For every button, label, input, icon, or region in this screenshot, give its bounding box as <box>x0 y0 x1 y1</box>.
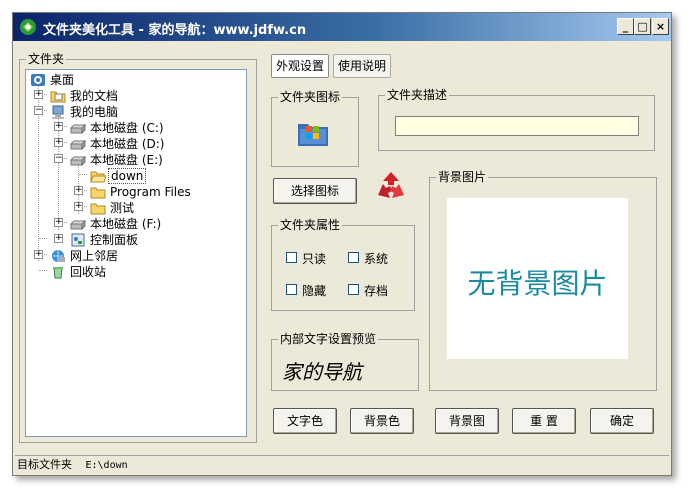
tab-label: 外观设置 <box>275 59 324 73</box>
tree-item-label: Program Files <box>110 185 191 199</box>
folder-desc-group: 文件夹描述 <box>378 88 655 151</box>
attr-archive-label: 存档 <box>364 284 389 298</box>
folder-desc-group-label: 文件夹描述 <box>385 88 450 102</box>
drive-icon <box>70 155 86 167</box>
bg-image-button[interactable]: 背景图 <box>435 408 499 434</box>
folder-open-icon <box>90 171 106 183</box>
status-path: E:\down <box>85 460 128 471</box>
recycle-bin-icon <box>53 267 63 279</box>
preview-group-label: 内部文字设置预览 <box>278 332 379 346</box>
bg-image-label: 背景图 <box>448 414 485 428</box>
bg-color-button[interactable]: 背景色 <box>350 408 414 434</box>
network-icon <box>52 250 65 262</box>
background-group-label: 背景图片 <box>436 170 489 184</box>
tree-item-label: 回收站 <box>70 265 107 279</box>
bg-color-label: 背景色 <box>363 414 400 428</box>
tree-item-label: 我的电脑 <box>70 105 119 119</box>
expand-toggle[interactable]: + <box>54 122 63 131</box>
tab-help[interactable]: 使用说明 <box>333 54 391 78</box>
collapse-toggle[interactable]: − <box>54 154 63 163</box>
desktop-icon <box>31 74 45 86</box>
expand-toggle[interactable]: + <box>54 138 63 147</box>
control-panel-icon <box>71 233 85 247</box>
background-group: 背景图片 无背景图片 <box>429 170 657 391</box>
expand-toggle[interactable]: + <box>54 234 63 243</box>
reset-label: 重 置 <box>530 414 558 428</box>
expand-toggle[interactable]: + <box>74 186 83 195</box>
folder-attrs-group-label: 文件夹属性 <box>278 218 343 232</box>
attr-system-label: 系统 <box>364 252 389 266</box>
maximize-button[interactable]: □ <box>634 18 651 35</box>
recycle-arrows-icon <box>378 172 404 198</box>
no-background-text: 无背景图片 <box>467 267 608 300</box>
checkbox-readonly[interactable] <box>286 252 297 263</box>
tree-item-label: 本地磁盘 (E:) <box>90 153 163 167</box>
preview-group: 内部文字设置预览 家的导航 <box>271 332 419 391</box>
title-bar[interactable]: 文件夹美化工具 - 家的导航：www.jdfw.cn _ □ × <box>13 13 671 41</box>
folder-preview-icon[interactable] <box>296 118 330 148</box>
checkbox-archive[interactable] <box>348 284 359 295</box>
folder-docs-icon <box>50 91 66 103</box>
close-icon: × <box>655 20 666 33</box>
attr-hidden-label: 隐藏 <box>302 284 327 298</box>
minimize-button[interactable]: _ <box>617 18 634 35</box>
text-color-button[interactable]: 文字色 <box>273 408 337 434</box>
tree-item-label: 控制面板 <box>90 233 139 247</box>
select-icon-label: 选择图标 <box>290 184 339 198</box>
folder-attrs-group: 文件夹属性 只读 系统 隐藏 存档 <box>271 218 415 311</box>
computer-icon <box>52 105 64 119</box>
tree-item-label: 本地磁盘 (F:) <box>90 217 162 231</box>
expand-toggle[interactable]: + <box>34 90 43 99</box>
ok-button[interactable]: 确定 <box>590 408 654 434</box>
status-bar: 目标文件夹 E:\down <box>15 455 669 473</box>
window-title: 文件夹美化工具 - 家的导航：www.jdfw.cn <box>43 23 307 38</box>
folder-group-label: 文件夹 <box>26 52 67 66</box>
drive-icon <box>70 139 86 151</box>
select-icon-button[interactable]: 选择图标 <box>273 178 357 204</box>
maximize-icon: □ <box>637 20 648 33</box>
tree-item-label: 本地磁盘 (C:) <box>90 121 164 135</box>
folder-icon-group-label: 文件夹图标 <box>278 90 343 104</box>
tree-item-label: 桌面 <box>50 73 75 87</box>
app-icon <box>20 19 36 35</box>
expand-toggle[interactable]: + <box>34 250 43 259</box>
tree-item-label: 网上邻居 <box>70 249 119 263</box>
background-preview[interactable]: 无背景图片 <box>447 198 628 359</box>
drive-icon <box>70 219 86 231</box>
attr-readonly-label: 只读 <box>302 252 327 266</box>
minimize-icon: _ <box>622 20 629 33</box>
expand-toggle[interactable]: + <box>54 218 63 227</box>
folder-tree[interactable]: 桌面 + 我的文档 − 我的电脑 + 本地磁盘 (C:) + 本地磁盘 (D:)… <box>25 69 247 437</box>
folder-desc-input[interactable] <box>395 116 639 136</box>
tab-appearance[interactable]: 外观设置 <box>271 54 329 78</box>
preview-text: 家的导航 <box>282 360 362 384</box>
checkbox-hidden[interactable] <box>286 284 297 295</box>
close-button[interactable]: × <box>652 18 669 35</box>
folder-icon <box>90 187 106 199</box>
reset-button[interactable]: 重 置 <box>512 408 576 434</box>
tree-item-label: 测试 <box>110 201 135 215</box>
tab-label: 使用说明 <box>337 59 386 73</box>
tree-item-label: 我的文档 <box>70 89 119 103</box>
folder-icon <box>90 203 106 215</box>
expand-toggle[interactable]: + <box>74 202 83 211</box>
folder-icon-group: 文件夹图标 <box>271 90 359 167</box>
tree-item-label: down <box>108 168 147 184</box>
collapse-toggle[interactable]: − <box>34 106 43 115</box>
tree-item-label: 本地磁盘 (D:) <box>90 137 165 151</box>
app-window: 文件夹美化工具 - 家的导航：www.jdfw.cn _ □ × 文件夹 桌面 <box>12 12 672 476</box>
ok-label: 确定 <box>609 414 634 428</box>
checkbox-system[interactable] <box>348 252 359 263</box>
drive-icon <box>70 123 86 135</box>
text-color-label: 文字色 <box>286 414 323 428</box>
status-label: 目标文件夹 <box>17 458 72 471</box>
